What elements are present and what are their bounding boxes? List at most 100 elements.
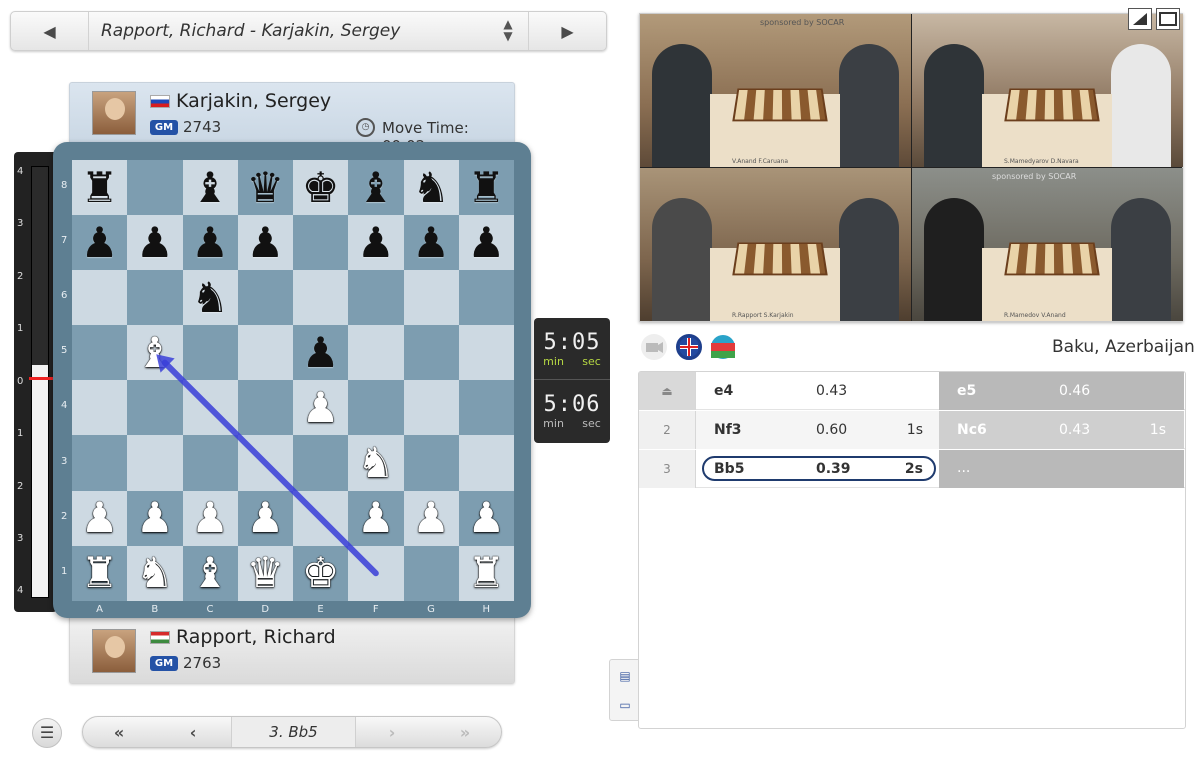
square-f7[interactable]: ♟ [348,215,404,271]
black-move[interactable]: Nc6 0.43 1s [939,411,1184,449]
square-e1[interactable]: ♚ [293,545,349,601]
white-bishop-icon[interactable]: ♝ [191,552,229,594]
black-king-icon[interactable]: ♚ [302,166,340,209]
square-b5[interactable]: ♝ [127,325,183,381]
square-d4[interactable] [237,380,293,436]
black-pawn-icon[interactable]: ♟ [191,221,229,264]
square-a2[interactable]: ♟ [72,490,128,546]
square-e7[interactable] [293,215,349,271]
square-h3[interactable] [458,435,514,491]
square-b7[interactable]: ♟ [127,215,183,271]
square-c6[interactable]: ♞ [182,270,238,326]
square-b6[interactable] [127,270,183,326]
square-e3[interactable] [293,435,349,491]
square-g5[interactable] [403,325,459,381]
previous-move-button[interactable]: ‹ [157,717,229,747]
black-bishop-icon[interactable]: ♝ [357,166,395,209]
square-a7[interactable]: ♟ [72,215,128,271]
square-e8[interactable]: ♚ [293,160,349,216]
square-c8[interactable]: ♝ [182,160,238,216]
white-pawn-icon[interactable]: ♟ [191,497,229,539]
white-pawn-icon[interactable]: ♟ [412,497,450,539]
square-b8[interactable] [127,160,183,216]
square-a8[interactable]: ♜ [72,160,128,216]
fullscreen-video-button[interactable] [1156,8,1180,30]
white-knight-icon[interactable]: ♞ [136,552,174,594]
white-move[interactable]: Nf3 0.60 1s [696,411,941,449]
square-f4[interactable] [348,380,404,436]
uk-flag-icon[interactable] [676,334,702,360]
black-bishop-icon[interactable]: ♝ [191,166,229,209]
chat-view-button[interactable]: ▭ [615,695,635,715]
white-queen-icon[interactable]: ♛ [247,552,285,594]
square-g8[interactable]: ♞ [403,160,459,216]
azerbaijan-flag-icon[interactable] [710,334,736,360]
square-c1[interactable]: ♝ [182,545,238,601]
square-c5[interactable] [182,325,238,381]
square-c4[interactable] [182,380,238,436]
square-a4[interactable] [72,380,128,436]
square-a3[interactable] [72,435,128,491]
square-h7[interactable]: ♟ [458,215,514,271]
black-move[interactable]: e5 0.46 [939,372,1184,410]
black-pawn-icon[interactable]: ♟ [136,221,174,264]
square-h6[interactable] [458,270,514,326]
square-d2[interactable]: ♟ [237,490,293,546]
last-move-button[interactable]: » [429,717,501,747]
square-d7[interactable]: ♟ [237,215,293,271]
square-d5[interactable] [237,325,293,381]
black-rook-icon[interactable]: ♜ [81,166,119,209]
square-g6[interactable] [403,270,459,326]
black-knight-icon[interactable]: ♞ [191,276,229,319]
move-row[interactable]: ⏏ e4 0.43 e5 0.46 [639,372,1185,410]
white-king-icon[interactable]: ♚ [302,552,340,594]
square-f5[interactable] [348,325,404,381]
square-g1[interactable] [403,545,459,601]
square-h5[interactable] [458,325,514,381]
black-queen-icon[interactable]: ♛ [247,166,285,209]
square-d1[interactable]: ♛ [237,545,293,601]
white-move[interactable]: e4 0.43 [696,372,941,410]
video-stream[interactable]: sponsored by SOCAR V.Anand F.Caruana S.M… [639,8,1183,322]
white-pawn-icon[interactable]: ♟ [357,497,395,539]
square-e2[interactable] [293,490,349,546]
square-d3[interactable] [237,435,293,491]
black-pawn-icon[interactable]: ♟ [468,221,506,264]
square-a5[interactable] [72,325,128,381]
square-h4[interactable] [458,380,514,436]
first-move-button[interactable]: « [83,717,155,747]
sort-arrows-icon[interactable]: ▲ ▼ [499,18,517,46]
square-h1[interactable]: ♜ [458,545,514,601]
square-h2[interactable]: ♟ [458,490,514,546]
square-g4[interactable] [403,380,459,436]
black-rook-icon[interactable]: ♜ [468,166,506,209]
collapse-toggle[interactable]: ⏏ [639,372,696,410]
move-row[interactable]: 2 Nf3 0.60 1s Nc6 0.43 1s [639,411,1185,449]
square-f6[interactable] [348,270,404,326]
square-g2[interactable]: ♟ [403,490,459,546]
black-knight-icon[interactable]: ♞ [412,166,450,209]
white-pawn-icon[interactable]: ♟ [136,497,174,539]
white-move-current[interactable]: Bb5 0.39 2s [696,450,941,488]
black-pawn-icon[interactable]: ♟ [412,221,450,264]
white-pawn-icon[interactable]: ♟ [302,386,340,429]
square-c7[interactable]: ♟ [182,215,238,271]
black-move[interactable]: ... [939,450,1184,488]
square-b1[interactable]: ♞ [127,545,183,601]
next-game-button[interactable]: ▶ [528,12,606,50]
square-f3[interactable]: ♞ [348,435,404,491]
black-pawn-icon[interactable]: ♟ [357,221,395,264]
square-d8[interactable]: ♛ [237,160,293,216]
white-pawn-icon[interactable]: ♟ [81,497,119,539]
square-f8[interactable]: ♝ [348,160,404,216]
white-rook-icon[interactable]: ♜ [468,552,506,594]
move-row[interactable]: 3 Bb5 0.39 2s ... [639,450,1185,488]
square-f1[interactable] [348,545,404,601]
square-b2[interactable]: ♟ [127,490,183,546]
notation-view-button[interactable]: ▤ [615,666,635,686]
square-g3[interactable] [403,435,459,491]
white-pawn-icon[interactable]: ♟ [247,497,285,539]
square-h8[interactable]: ♜ [458,160,514,216]
white-bishop-icon[interactable]: ♝ [136,331,174,374]
popout-video-button[interactable] [1128,8,1152,30]
